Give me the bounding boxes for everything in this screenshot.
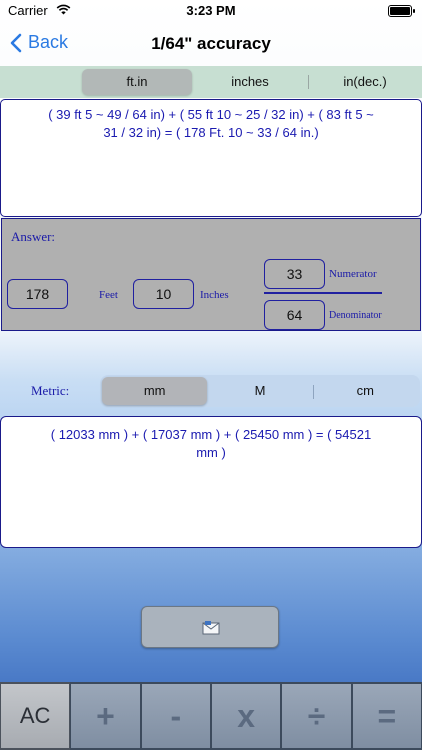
numerator-field[interactable]: 33	[264, 259, 325, 289]
navigation-bar: Back 1/64" accuracy	[0, 22, 422, 66]
mail-icon	[202, 621, 220, 635]
metric-line-1: ( 12033 mm ) + ( 17037 mm ) + ( 25450 mm…	[50, 427, 372, 442]
tab-inches[interactable]: inches	[192, 69, 308, 95]
metric-label: Metric:	[31, 383, 70, 398]
plus-button[interactable]: +	[70, 682, 141, 750]
email-button[interactable]	[141, 606, 279, 648]
tab-ft-in[interactable]: ft.in	[82, 69, 192, 95]
expression-line-2: 31 / 32 in) = ( 178 Ft. 10 ~ 33 / 64 in.…	[103, 125, 319, 140]
tab-m[interactable]: M	[207, 377, 312, 405]
inches-field[interactable]: 10	[133, 279, 194, 309]
metric-result-display[interactable]: ( 12033 mm ) + ( 17037 mm ) + ( 25450 mm…	[0, 416, 422, 548]
denominator-label: Denominator	[329, 310, 382, 321]
status-time: 3:23 PM	[186, 3, 236, 18]
denominator-field[interactable]: 64	[264, 300, 325, 330]
minus-button[interactable]: -	[140, 682, 211, 750]
feet-unit-label: Feet	[99, 289, 118, 301]
battery-icon	[388, 5, 415, 17]
inches-unit-label: Inches	[200, 289, 229, 301]
tab-in-dec[interactable]: in(dec.)	[308, 69, 422, 95]
unit-segmented-control: ft.in inches in(dec.)	[82, 69, 422, 95]
expression-display[interactable]: ( 39 ft 5 ~ 49 / 64 in) + ( 55 ft 10 ~ 2…	[0, 99, 422, 217]
metric-segmented-control: mm M cm	[100, 375, 420, 407]
page-title: 1/64" accuracy	[151, 34, 271, 53]
equals-button[interactable]: =	[351, 682, 422, 750]
status-bar: Carrier 3:23 PM	[0, 0, 422, 22]
all-clear-button[interactable]: AC	[0, 682, 71, 750]
answer-panel: Answer: 178 Feet 10 Inches 33 Numerator …	[1, 218, 421, 331]
operator-keypad: AC + - x ÷ =	[0, 682, 422, 750]
multiply-button[interactable]: x	[210, 682, 282, 750]
numerator-label: Numerator	[329, 268, 377, 280]
divide-button[interactable]: ÷	[281, 682, 352, 750]
unit-selector-strip: ft.in inches in(dec.)	[0, 66, 422, 98]
tab-cm[interactable]: cm	[312, 377, 418, 405]
fraction-divider	[264, 292, 382, 294]
answer-label: Answer:	[11, 229, 56, 244]
tab-mm[interactable]: mm	[102, 377, 208, 405]
feet-field[interactable]: 178	[7, 279, 68, 309]
expression-line-1: ( 39 ft 5 ~ 49 / 64 in) + ( 55 ft 10 ~ 2…	[48, 107, 374, 122]
metric-line-2: mm )	[196, 445, 226, 460]
